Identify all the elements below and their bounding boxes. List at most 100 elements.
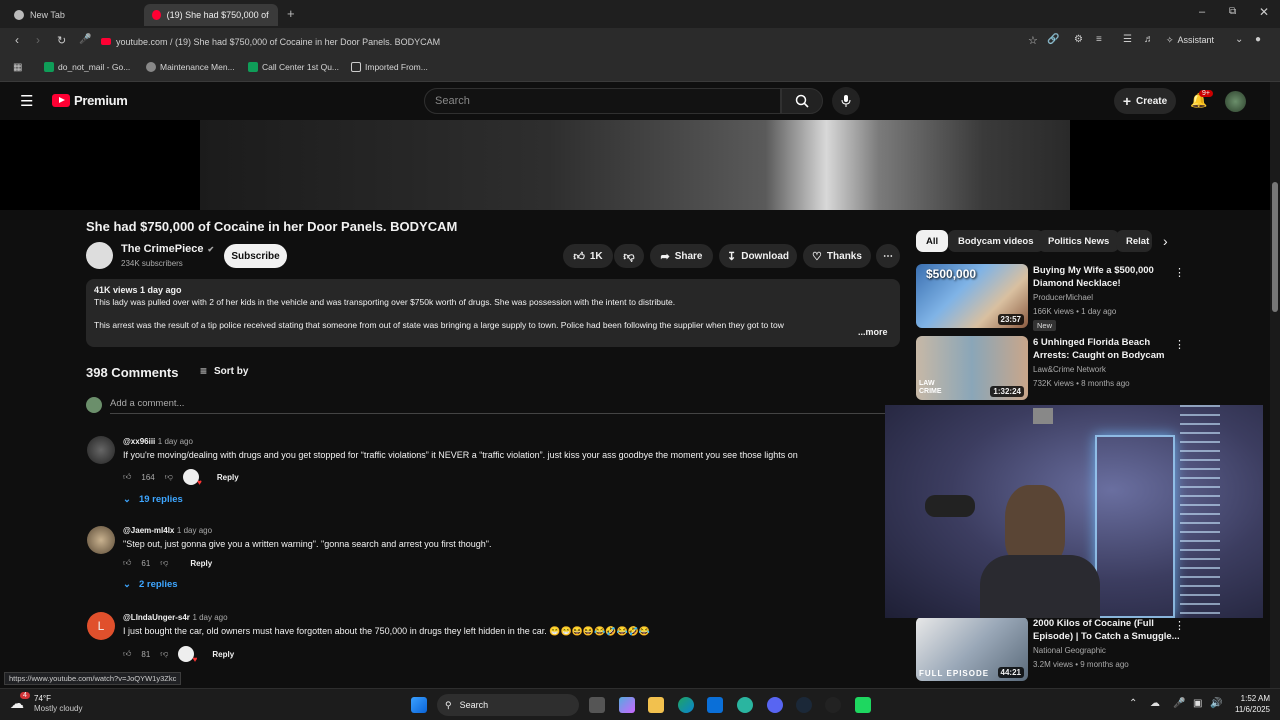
- thumbs-up-icon[interactable]: 👍︎: [123, 558, 131, 568]
- reply-button[interactable]: Reply: [217, 473, 239, 482]
- tab-new-tab[interactable]: New Tab: [6, 4, 136, 26]
- spotify-icon[interactable]: [855, 697, 871, 713]
- bookmark-item[interactable]: do_not_mail - Go...: [44, 62, 130, 72]
- thumbs-up-icon[interactable]: 👍︎: [123, 472, 131, 482]
- chip-related[interactable]: Relat: [1116, 230, 1152, 252]
- thumbs-down-icon[interactable]: 👎︎: [160, 649, 168, 659]
- clock[interactable]: 1:52 AM 11/6/2025: [1220, 693, 1270, 715]
- profile-icon[interactable]: ●: [1255, 34, 1261, 45]
- file-explorer-icon[interactable]: [648, 697, 664, 713]
- display-icon[interactable]: ▣: [1193, 698, 1202, 709]
- taskbar-search[interactable]: ⚲ Search: [437, 694, 579, 716]
- youtube-premium-logo[interactable]: Premium: [52, 93, 128, 108]
- download-button[interactable]: ↧ Download: [719, 244, 797, 268]
- bookmark-star-icon[interactable]: ☆: [1028, 34, 1038, 47]
- discord-icon[interactable]: [767, 697, 783, 713]
- edge-icon[interactable]: [678, 697, 694, 713]
- comment-handle[interactable]: @xx96iii: [123, 437, 155, 446]
- channel-name-link[interactable]: The CrimePiece ✔: [121, 243, 214, 255]
- chevron-up-icon[interactable]: ⌃: [1129, 698, 1137, 709]
- store-icon[interactable]: [707, 697, 723, 713]
- hamburger-menu-icon[interactable]: ☰: [20, 92, 33, 110]
- apps-grid-icon[interactable]: ▦: [13, 62, 22, 73]
- back-icon[interactable]: ‹: [15, 33, 19, 47]
- browser-app-icon[interactable]: [737, 697, 753, 713]
- dislike-button[interactable]: 👎︎: [614, 244, 644, 268]
- microphone-tray-icon[interactable]: 🎤: [1173, 698, 1185, 709]
- bookmark-folder[interactable]: Imported From...: [351, 62, 428, 72]
- notifications-button[interactable]: 🔔 9+: [1190, 90, 1213, 110]
- recommended-video[interactable]: $500,000 23:57 Buying My Wife a $500,000…: [916, 264, 1266, 331]
- bookmark-item[interactable]: Call Center 1st Qu...: [248, 62, 339, 72]
- channel-avatar[interactable]: [86, 242, 113, 269]
- thumbs-up-icon[interactable]: 👍︎: [123, 649, 131, 659]
- more-vertical-icon[interactable]: ⋮: [1174, 338, 1185, 351]
- chip-all[interactable]: All: [916, 230, 949, 252]
- close-icon[interactable]: ✕: [1259, 5, 1269, 19]
- task-view-icon[interactable]: [589, 697, 605, 713]
- extension-icon[interactable]: ⚙: [1074, 34, 1083, 45]
- new-tab-icon[interactable]: +: [287, 6, 295, 21]
- avatar[interactable]: [87, 436, 115, 464]
- more-vertical-icon[interactable]: ⋮: [1174, 619, 1185, 632]
- maximize-icon[interactable]: ⧉: [1229, 6, 1236, 17]
- more-vertical-icon[interactable]: ⋮: [1174, 266, 1185, 279]
- view-replies-button[interactable]: ⌄ 19 replies: [123, 494, 798, 505]
- start-icon[interactable]: [411, 697, 427, 713]
- chip-bodycam[interactable]: Bodycam videos: [948, 230, 1044, 252]
- comment-handle[interactable]: @Jaem-ml4lx: [123, 526, 174, 535]
- link-icon[interactable]: 🔗: [1047, 34, 1059, 45]
- steam-icon[interactable]: [796, 697, 812, 713]
- search-button[interactable]: [781, 88, 823, 114]
- tab-label: New Tab: [30, 10, 65, 20]
- mic-icon[interactable]: 🎤: [79, 34, 91, 45]
- like-button[interactable]: 👍︎ 1K: [563, 244, 613, 268]
- recommended-video[interactable]: FULL EPISODE 44:21 2000 Kilos of Cocaine…: [916, 617, 1266, 681]
- audio-icon[interactable]: ♬: [1144, 34, 1154, 45]
- thumbnail-text: LAW CRIME: [919, 380, 942, 395]
- sort-by-button[interactable]: ≡ Sort by: [200, 364, 248, 378]
- share-button[interactable]: ➦ Share: [650, 244, 713, 268]
- thanks-button[interactable]: ♡ Thanks: [803, 244, 871, 268]
- tab-youtube-video[interactable]: (19) She had $750,000 of Coc: [144, 4, 278, 26]
- description-more-link[interactable]: ...more: [858, 327, 888, 337]
- create-button[interactable]: + Create: [1114, 88, 1176, 114]
- forward-icon[interactable]: ›: [36, 33, 40, 47]
- voice-search-button[interactable]: [832, 87, 860, 115]
- chip-politics[interactable]: Politics News: [1038, 230, 1120, 252]
- subscribe-button[interactable]: Subscribe: [224, 244, 287, 268]
- comment-handle[interactable]: @LIndaUnger-s4r: [123, 613, 190, 622]
- app-icon[interactable]: [825, 697, 841, 713]
- view-replies-button[interactable]: ⌄ 2 replies: [123, 579, 492, 590]
- youtube-icon: [152, 10, 161, 20]
- assistant-button[interactable]: ✧ Assistant: [1166, 35, 1214, 46]
- page-scrollbar[interactable]: [1270, 82, 1280, 688]
- video-duration: 23:57: [997, 314, 1024, 325]
- thumbs-down-icon[interactable]: 👎︎: [165, 472, 173, 482]
- copilot-icon[interactable]: [619, 697, 635, 713]
- share-label: Share: [674, 250, 703, 262]
- url-field[interactable]: youtube.com / (19) She had $750,000 of C…: [101, 31, 1101, 52]
- weather-widget[interactable]: ☁ 4 74°F Mostly cloudy: [10, 692, 82, 714]
- reload-icon[interactable]: ↻: [57, 34, 66, 47]
- avatar[interactable]: [87, 526, 115, 554]
- recommended-video[interactable]: LAW CRIME 1:32:24 6 Unhinged Florida Bea…: [916, 336, 1266, 400]
- minimize-icon[interactable]: –: [1199, 6, 1205, 18]
- avatar[interactable]: L: [87, 612, 115, 640]
- search-input[interactable]: Search: [424, 88, 781, 114]
- chevron-down-icon[interactable]: ⌄: [1235, 34, 1243, 45]
- video-description[interactable]: 41K views 1 day ago This lady was pulled…: [86, 279, 900, 347]
- avatar[interactable]: [1225, 91, 1246, 112]
- reply-button[interactable]: Reply: [190, 559, 212, 568]
- add-comment-input[interactable]: Add a comment...: [110, 398, 885, 414]
- scrollbar-thumb[interactable]: [1272, 182, 1278, 312]
- reply-button[interactable]: Reply: [212, 650, 234, 659]
- translate-icon[interactable]: ≡: [1096, 34, 1102, 45]
- cloud-tray-icon[interactable]: ☁: [1150, 698, 1160, 709]
- chevron-right-icon[interactable]: ›: [1163, 233, 1168, 249]
- more-actions-button[interactable]: ⋯: [876, 244, 900, 268]
- video-player[interactable]: [0, 120, 1270, 210]
- menu-list-icon[interactable]: ☰: [1123, 34, 1132, 45]
- thumbs-down-icon[interactable]: 👎︎: [160, 558, 168, 568]
- bookmark-item[interactable]: Maintenance Men...: [146, 62, 235, 72]
